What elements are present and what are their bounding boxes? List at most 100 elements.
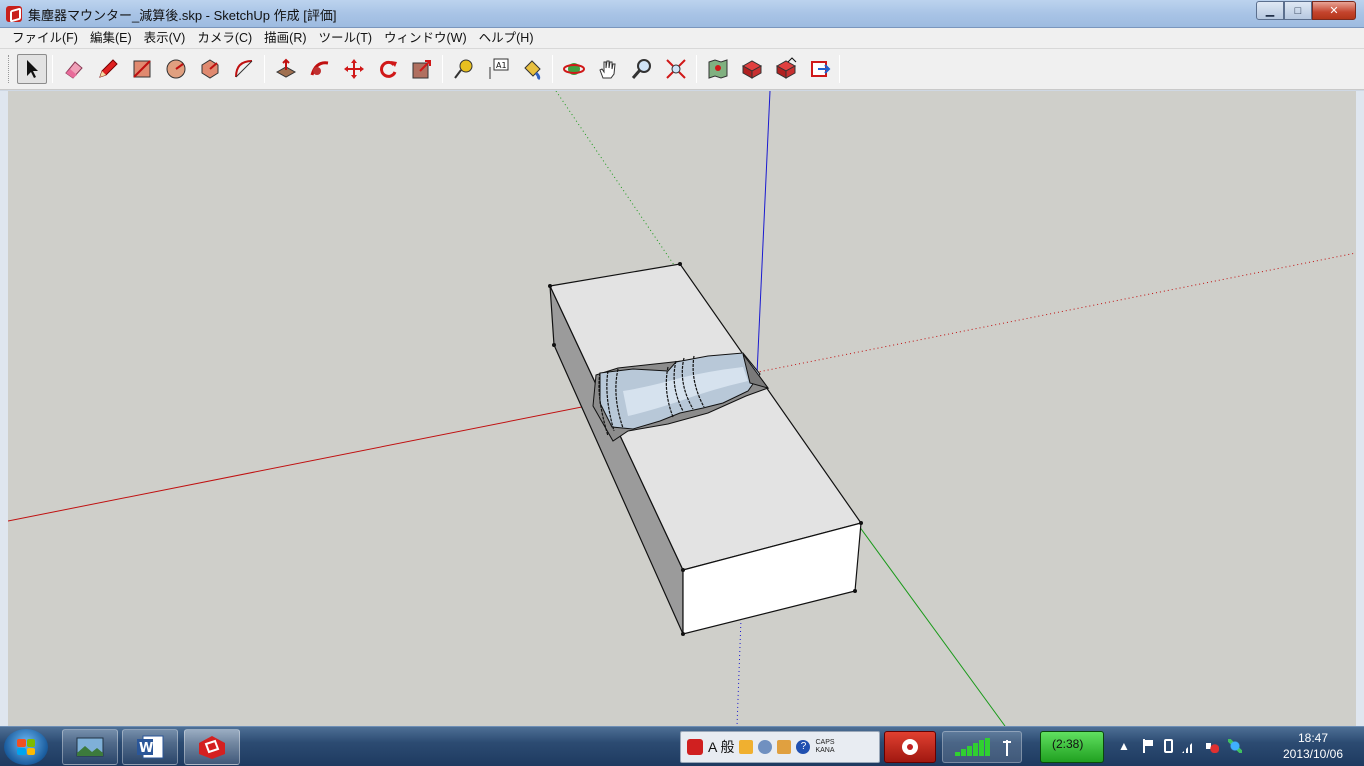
zoom-tool-button[interactable]	[627, 54, 657, 84]
zoom-extents-tool-button[interactable]	[661, 54, 691, 84]
red-axis-dotted	[747, 252, 1356, 375]
orbit-tool-button[interactable]	[559, 54, 589, 84]
polygon-tool-button[interactable]	[195, 54, 225, 84]
caps-label: CAPS	[815, 739, 835, 746]
zoom-extents-icon	[666, 59, 686, 79]
eraser-tool-button[interactable]	[59, 54, 89, 84]
vertex-point	[853, 589, 857, 593]
warehouse-get-tool-button[interactable]	[737, 54, 767, 84]
menu-bar: ファイル(F) 編集(E) 表示(V) カメラ(C) 描画(R) ツール(T) …	[0, 28, 1364, 49]
safely-remove-hardware-icon[interactable]	[1228, 739, 1242, 753]
menu-tools[interactable]: ツール(T)	[313, 28, 378, 49]
follow-me-icon	[310, 61, 329, 76]
menu-camera[interactable]: カメラ(C)	[191, 28, 258, 49]
map-tool-button[interactable]	[703, 54, 733, 84]
start-button[interactable]	[4, 729, 48, 765]
select-tool-button[interactable]	[17, 54, 47, 84]
vertex-point	[548, 284, 552, 288]
battery-time-label: (2:38)	[1052, 737, 1084, 751]
rectangle-icon	[133, 60, 151, 78]
hand-icon	[599, 60, 616, 79]
warehouse-share-icon	[775, 57, 797, 79]
network-signal-icon[interactable]	[1182, 739, 1196, 753]
scene-canvas[interactable]	[8, 91, 1356, 726]
taskbar-word-button[interactable]: W	[122, 729, 178, 765]
svg-text:A1: A1	[496, 61, 507, 70]
menu-view[interactable]: 表示(V)	[138, 28, 192, 49]
tray-app-button[interactable]	[884, 731, 936, 763]
help-icon[interactable]: ?	[796, 740, 811, 754]
battery-tray-icon[interactable]	[1164, 739, 1173, 753]
sketchup-app-icon[interactable]	[6, 6, 22, 22]
menu-draw[interactable]: 描画(R)	[258, 28, 312, 49]
system-clock[interactable]: 18:47 2013/10/06	[1274, 730, 1352, 762]
maximize-button[interactable]: □	[1284, 1, 1312, 20]
push-pull-tool-button[interactable]	[271, 54, 301, 84]
circle-tool-button[interactable]	[161, 54, 191, 84]
menu-edit[interactable]: 編集(E)	[84, 28, 138, 49]
vertex-point	[552, 343, 556, 347]
paint-bucket-icon	[524, 60, 541, 81]
minimize-button[interactable]: ▁	[1256, 1, 1284, 20]
windows-logo-icon	[17, 739, 35, 755]
warehouse-share-tool-button[interactable]	[771, 54, 801, 84]
rotate-tool-button[interactable]	[373, 54, 403, 84]
blue-axis-dotted	[736, 618, 742, 726]
vertex-point	[681, 568, 685, 572]
vertex-point	[859, 521, 863, 525]
taskbar-explorer-button[interactable]	[62, 729, 118, 765]
orbit-icon	[563, 63, 585, 75]
signal-meter-widget[interactable]	[942, 731, 1022, 763]
ime-dictionary-icon[interactable]	[739, 740, 754, 754]
title-bar[interactable]: 集塵器マウンター_減算後.skp - SketchUp 作成 [評価] ▁ □ …	[0, 0, 1364, 28]
tape-measure-tool-button[interactable]	[449, 54, 479, 84]
taskbar-sketchup-button[interactable]	[184, 729, 240, 765]
ime-icon[interactable]	[687, 739, 703, 755]
paint-bucket-tool-button[interactable]	[517, 54, 547, 84]
kana-label: KANA	[815, 747, 835, 754]
rotate-icon	[380, 60, 397, 78]
arrow-icon	[27, 60, 38, 78]
show-hidden-icons-icon[interactable]: ▲	[1118, 739, 1132, 753]
follow-me-tool-button[interactable]	[305, 54, 335, 84]
sketchup-icon	[199, 736, 225, 759]
caps-kana-indicator: CAPS KANA	[815, 739, 834, 755]
word-icon: W	[137, 735, 164, 759]
vertex-point	[678, 262, 682, 266]
scale-icon	[412, 60, 431, 79]
clock-date: 2013/10/06	[1282, 747, 1344, 761]
clock-time: 18:47	[1297, 731, 1329, 745]
ime-pad-icon[interactable]	[777, 740, 792, 754]
map-icon	[708, 59, 728, 79]
menu-window[interactable]: ウィンドウ(W)	[378, 28, 473, 49]
text-tool-button[interactable]: A1	[483, 54, 513, 84]
pencil-tool-button[interactable]	[93, 54, 123, 84]
ime-toolbar[interactable]: A 般 ? CAPS KANA	[680, 731, 880, 763]
extension-warehouse-tool-button[interactable]	[805, 54, 835, 84]
tape-measure-icon	[454, 59, 473, 79]
circle-icon	[166, 59, 186, 79]
scale-tool-button[interactable]	[407, 54, 437, 84]
blue-axis-solid	[756, 91, 771, 375]
windows-taskbar: W A 般 ? CAPS KANA (2:38) ▲ 18:47 2013/10…	[0, 726, 1364, 766]
volume-muted-icon[interactable]	[1205, 739, 1219, 753]
toolbar-grip[interactable]	[8, 55, 11, 83]
viewport-right-border	[1356, 91, 1364, 726]
close-button[interactable]: ✕	[1312, 1, 1356, 20]
menu-help[interactable]: ヘルプ(H)	[473, 28, 540, 49]
arc-tool-button[interactable]	[229, 54, 259, 84]
photo-viewer-icon	[76, 737, 104, 757]
magnifier-icon	[631, 59, 651, 79]
arc-icon	[235, 60, 253, 78]
move-tool-button[interactable]	[339, 54, 369, 84]
ime-mode-label[interactable]: A 般	[708, 737, 734, 757]
extension-icon	[811, 61, 831, 77]
signal-bars-icon	[955, 738, 1011, 756]
menu-file[interactable]: ファイル(F)	[6, 28, 84, 49]
pan-tool-button[interactable]	[593, 54, 623, 84]
eraser-icon	[65, 61, 83, 79]
action-center-flag-icon[interactable]	[1141, 739, 1155, 753]
rectangle-tool-button[interactable]	[127, 54, 157, 84]
ime-tools-icon[interactable]	[758, 740, 773, 754]
modeling-viewport[interactable]	[8, 91, 1356, 726]
